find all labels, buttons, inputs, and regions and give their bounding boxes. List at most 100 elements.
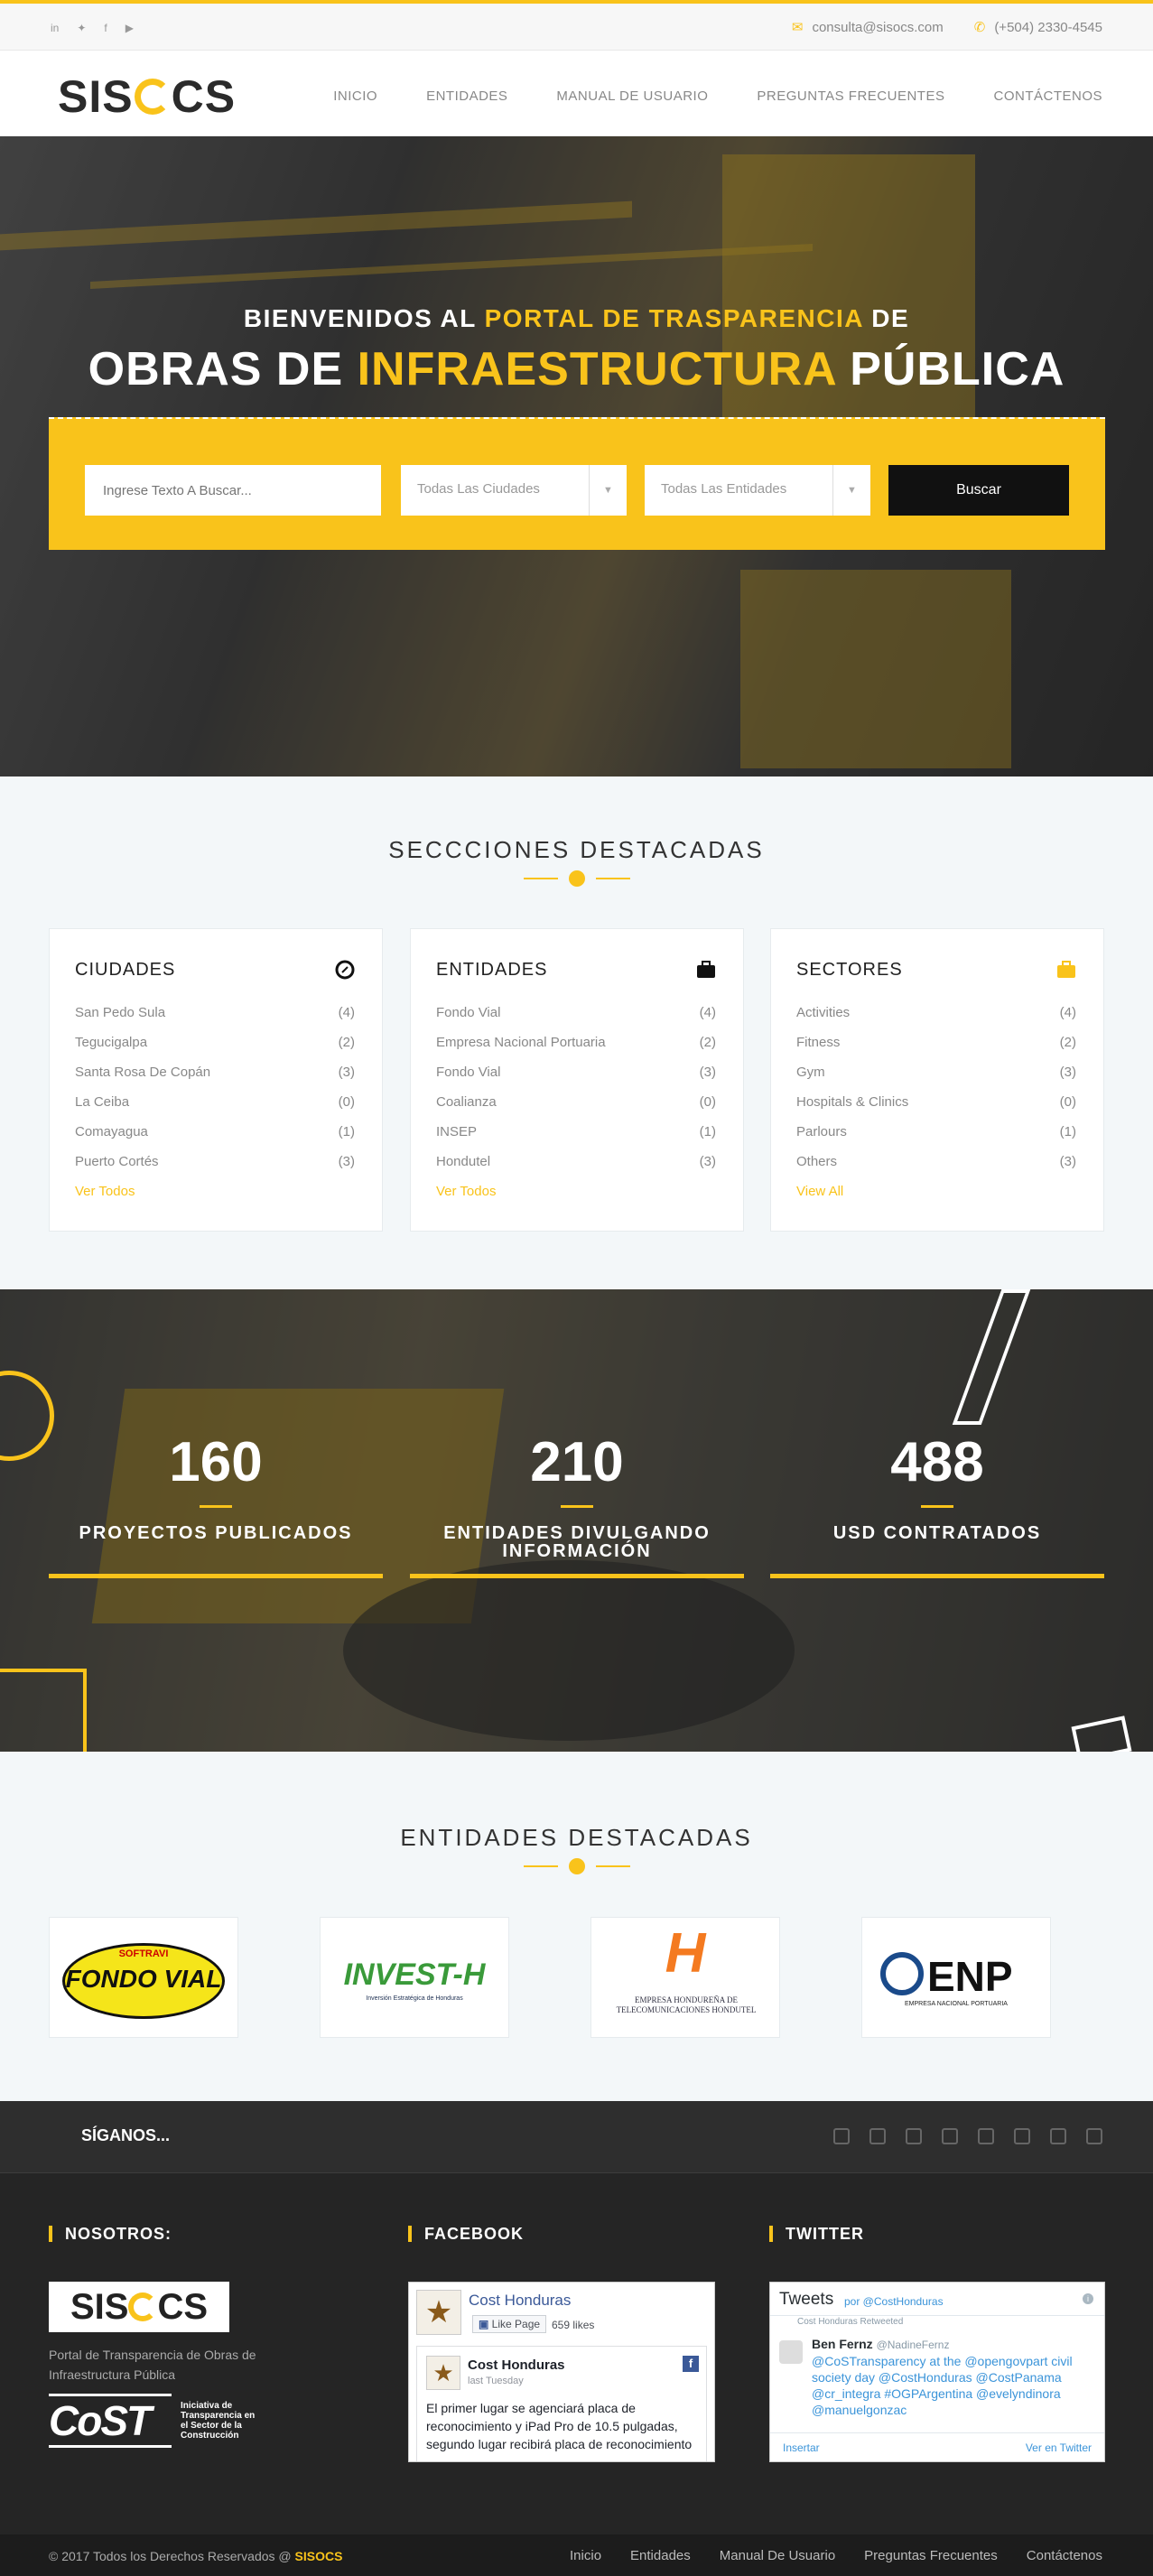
nav-preguntas[interactable]: PREGUNTAS FRECUENTES	[757, 88, 944, 104]
entity-select[interactable]: Todas Las Entidades ▼	[645, 465, 870, 516]
ver-todos-link[interactable]: Ver Todos	[436, 1184, 496, 1199]
footer-heading-twitter: TWITTER	[769, 2226, 864, 2242]
list-item[interactable]: Puerto Cortés (3)	[75, 1154, 355, 1184]
card-title: SECTORES	[796, 960, 903, 980]
top-bar: in ✦ f ▶ ✉ consulta@sisocs.com ✆ (+504) 23…	[0, 0, 1153, 51]
logo-main-text: H	[665, 1922, 706, 1985]
youtube-icon[interactable]: ▶	[126, 22, 134, 34]
logo-invest-h[interactable]: INVEST-H Inversión Estratégica de Hondur…	[320, 1917, 509, 2038]
footer-link-inicio[interactable]: Inicio	[570, 2548, 601, 2563]
logo-sub-text: Inversión Estratégica de Honduras	[366, 1995, 463, 2002]
list-item[interactable]: Others (3)	[796, 1154, 1076, 1184]
logo-hondutel[interactable]: H EMPRESA HONDUREÑA DE TELECOMUNICACIONE…	[590, 1917, 780, 2038]
tw-author-name: Ben Fernz	[812, 2337, 873, 2351]
footer-logo-right: CS	[157, 2287, 209, 2327]
fb-post-author[interactable]: Cost Honduras	[468, 2357, 565, 2373]
list-item[interactable]: INSEP (1)	[436, 1124, 716, 1154]
facebook-icon[interactable]: f	[104, 22, 107, 34]
fb-post-time: last Tuesday	[468, 2376, 524, 2386]
social-links: in ✦ f ▶	[51, 22, 134, 34]
footer-link-entidades[interactable]: Entidades	[630, 2548, 691, 2563]
email-link[interactable]: ✉ consulta@sisocs.com	[792, 19, 944, 35]
logo-enp[interactable]: ENP EMPRESA NACIONAL PORTUARIA	[861, 1917, 1051, 2038]
list-item[interactable]: San Pedo Sula (4)	[75, 1005, 355, 1035]
list-item[interactable]: Hospitals & Clinics (0)	[796, 1094, 1076, 1124]
footer-logo[interactable]: SIS CS	[49, 2282, 229, 2332]
list-item[interactable]: Tegucigalpa (2)	[75, 1035, 355, 1065]
email-text[interactable]: consulta@sisocs.com	[812, 20, 943, 35]
stat-label: ENTIDADES DIVULGANDO INFORMACIÓN	[443, 1523, 711, 1561]
list-item[interactable]: Hondutel (3)	[436, 1154, 716, 1184]
view-all-link[interactable]: View All	[796, 1184, 843, 1199]
nav-contactenos[interactable]: CONTÁCTENOS	[993, 88, 1102, 104]
stat-label: USD CONTRATADOS	[832, 1523, 1042, 1543]
twitter-icon[interactable]: ✦	[77, 22, 86, 34]
hero-title-b: INFRAESTRUCTURA	[357, 343, 836, 395]
logo-main-text: FONDO VIAL	[65, 1965, 222, 1993]
stat-entidades: 210 ENTIDADES DIVULGANDO INFORMACIÓN	[410, 1398, 744, 1578]
pinterest-icon[interactable]	[978, 2128, 994, 2144]
list-item[interactable]: Empresa Nacional Portuaria (2)	[436, 1035, 716, 1065]
footer-link-contactenos[interactable]: Contáctenos	[1027, 2548, 1102, 2563]
footer-link-preguntas[interactable]: Preguntas Frecuentes	[864, 2548, 998, 2563]
linkedin-icon[interactable]	[1086, 2128, 1102, 2144]
list-item[interactable]: Parlours (1)	[796, 1124, 1076, 1154]
list-item[interactable]: Activities (4)	[796, 1005, 1076, 1035]
fb-like-button[interactable]: ▣ Like Page	[472, 2315, 547, 2333]
tw-header: Tweets	[779, 2290, 834, 2309]
list-item[interactable]: Gym (3)	[796, 1065, 1076, 1094]
entity-list: Fondo Vial (4) Empresa Nacional Portuaria…	[436, 1005, 716, 1184]
nav-inicio[interactable]: INICIO	[333, 88, 377, 104]
footer-links: Inicio Entidades Manual De Usuario Pregu…	[570, 2548, 1102, 2563]
linkedin-icon[interactable]: in	[51, 22, 59, 34]
instagram-icon[interactable]	[1050, 2128, 1066, 2144]
list-item[interactable]: La Ceiba (0)	[75, 1094, 355, 1124]
twitter-icon[interactable]	[833, 2128, 850, 2144]
gear-icon	[568, 1858, 585, 1874]
skype-icon[interactable]	[942, 2128, 958, 2144]
list-item[interactable]: Comayagua (1)	[75, 1124, 355, 1154]
featured-title: SECCCIONES DESTACADAS	[388, 836, 765, 863]
site-logo[interactable]: SIS CS	[58, 70, 236, 123]
fb-like-label: Like Page	[491, 2318, 541, 2330]
entity-select-value: Todas Las Entidades	[661, 481, 787, 497]
list-item[interactable]: Fondo Vial (4)	[436, 1005, 716, 1035]
facebook-widget: ★ Cost Honduras ▣ Like Page 659 likes ★ …	[408, 2282, 715, 2462]
facebook-icon[interactable]	[906, 2128, 922, 2144]
compass-icon	[335, 960, 355, 980]
copyright-bar: © 2017 Todos los Derechos Reservados @ S…	[0, 2534, 1153, 2576]
cost-logo: CoST Iniciativa de Transparencia en el S…	[49, 2394, 262, 2448]
stat-label: PROYECTOS PUBLICADOS	[79, 1523, 353, 1543]
gear-icon	[568, 870, 585, 887]
tw-embed-link[interactable]: Insertar	[783, 2441, 820, 2454]
fb-page-name[interactable]: Cost Honduras	[469, 2292, 571, 2310]
footer-link-manual[interactable]: Manual De Usuario	[720, 2548, 835, 2563]
list-item[interactable]: Santa Rosa De Copán (3)	[75, 1065, 355, 1094]
hero-sub-c: DE	[862, 304, 910, 332]
city-select[interactable]: Todas Las Ciudades ▼	[401, 465, 627, 516]
tw-author[interactable]: Ben Fernz @NadineFernz	[812, 2337, 949, 2351]
list-item[interactable]: Fitness (2)	[796, 1035, 1076, 1065]
logo-fondo-vial[interactable]: SOFTRAVI FONDO VIAL	[49, 1917, 238, 2038]
search-panel: Todas Las Ciudades ▼ Todas Las Entidades ▼…	[49, 417, 1105, 550]
apple-icon[interactable]	[1014, 2128, 1030, 2144]
ver-todos-link[interactable]: Ver Todos	[75, 1184, 135, 1199]
tw-view-link[interactable]: Ver en Twitter	[1026, 2441, 1092, 2454]
copyright-brand[interactable]: SISOCS	[295, 2549, 343, 2563]
card-ciudades: CIUDADES San Pedo Sula (4) Tegucigalpa (2)…	[49, 928, 383, 1232]
tw-by[interactable]: por @CostHonduras	[844, 2295, 944, 2308]
hero-banner: BIENVENIDOS AL PORTAL DE TRASPARENCIA DE…	[0, 136, 1153, 777]
list-item[interactable]: Fondo Vial (3)	[436, 1065, 716, 1094]
footer: NOSOTROS: FACEBOOK TWITTER SIS CS Portal …	[0, 2173, 1153, 2534]
info-icon[interactable]: i	[1083, 2293, 1093, 2304]
hero-title-a: OBRAS DE	[88, 343, 358, 395]
list-item[interactable]: Coalianza (0)	[436, 1094, 716, 1124]
linkedin-icon[interactable]	[869, 2128, 886, 2144]
title-divider	[523, 1858, 630, 1874]
avatar[interactable]	[779, 2340, 803, 2364]
search-input[interactable]	[85, 465, 381, 516]
nav-manual[interactable]: MANUAL DE USUARIO	[556, 88, 708, 104]
search-button[interactable]: Buscar	[888, 465, 1069, 516]
logo-ring-icon	[134, 79, 171, 115]
nav-entidades[interactable]: ENTIDADES	[426, 88, 507, 104]
